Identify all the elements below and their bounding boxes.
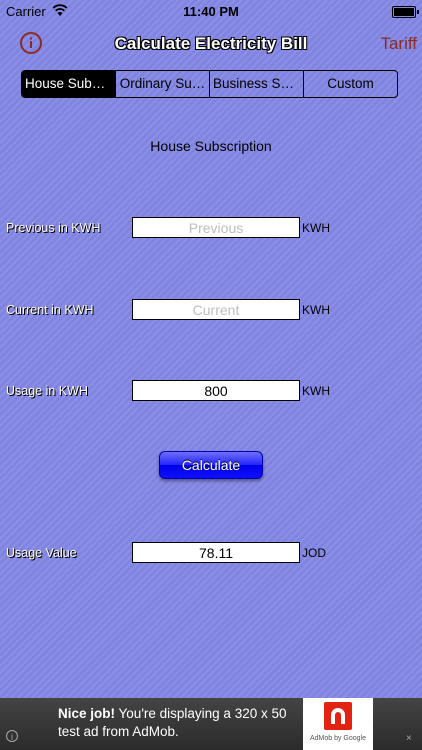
segment-business-subscription[interactable]: Business Su… xyxy=(210,71,304,97)
segment-custom[interactable]: Custom xyxy=(304,71,397,97)
previous-kwh-label: Previous in KWH xyxy=(6,221,101,235)
ad-headline: Nice job! xyxy=(58,706,116,721)
current-kwh-label: Current in KWH xyxy=(6,303,94,317)
usage-value-label: Usage Value xyxy=(6,546,77,560)
page-title: Calculate Electricity Bill xyxy=(114,34,308,53)
tariff-button[interactable]: Tariff xyxy=(380,34,417,54)
subscription-type-selector: House Subs… Ordinary Su… Business Su… Cu… xyxy=(21,70,398,98)
battery-icon xyxy=(392,6,419,18)
status-bar: Carrier 11:40 PM xyxy=(0,0,422,22)
section-title: House Subscription xyxy=(150,138,272,154)
ad-info-icon[interactable]: i xyxy=(6,730,18,742)
usage-value-output xyxy=(132,542,300,563)
calculate-button[interactable]: Calculate xyxy=(159,451,263,479)
ad-logo-caption: AdMob by Google xyxy=(309,735,367,742)
ad-close-icon[interactable]: × xyxy=(406,734,415,744)
ad-banner[interactable]: Nice job! You're displaying a 320 x 50 t… xyxy=(0,698,422,750)
current-kwh-unit: KWH xyxy=(302,303,330,317)
current-kwh-input[interactable] xyxy=(132,299,300,320)
usage-value-unit: JOD xyxy=(302,546,326,560)
info-icon xyxy=(30,37,32,48)
previous-kwh-input[interactable] xyxy=(132,217,300,238)
usage-kwh-unit: KWH xyxy=(302,384,330,398)
info-button[interactable] xyxy=(20,32,42,54)
admob-logo: AdMob by Google xyxy=(303,698,373,750)
ad-text: Nice job! You're displaying a 320 x 50 t… xyxy=(58,705,303,741)
admob-mark-icon xyxy=(324,702,352,730)
segment-house-subscription[interactable]: House Subs… xyxy=(22,71,116,97)
segment-ordinary-subscription[interactable]: Ordinary Su… xyxy=(116,71,210,97)
usage-kwh-input[interactable] xyxy=(132,380,300,401)
nav-bar: Calculate Electricity Bill Tariff xyxy=(0,22,422,66)
status-time: 11:40 PM xyxy=(183,4,239,19)
usage-kwh-label: Usage in KWH xyxy=(6,384,88,398)
previous-kwh-unit: KWH xyxy=(302,221,330,235)
